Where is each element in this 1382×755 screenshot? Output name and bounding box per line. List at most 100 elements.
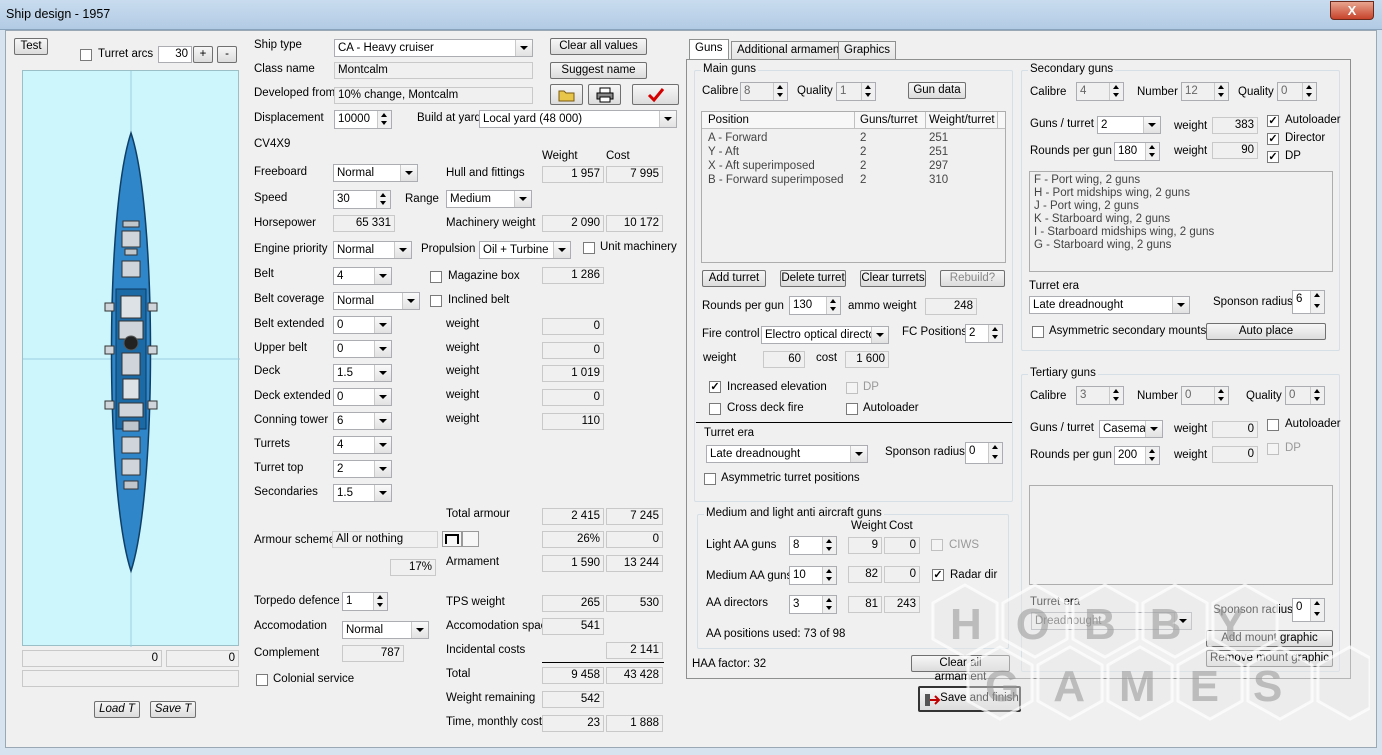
- aa-directors-spin-arrows[interactable]: [822, 596, 836, 613]
- unit-machinery-checkbox[interactable]: [583, 242, 595, 254]
- ter-quality-spin-arrows[interactable]: [1310, 387, 1324, 404]
- belt-extended-select[interactable]: 0: [333, 316, 392, 334]
- tab-graphics[interactable]: Graphics: [838, 41, 897, 60]
- asym-turret-checkbox[interactable]: [704, 473, 716, 485]
- turret-top-select[interactable]: 2: [333, 460, 392, 478]
- tab-additional-armament[interactable]: Additional armament: [731, 41, 849, 60]
- arcs-plus-button[interactable]: +: [193, 46, 213, 63]
- torpedo-defence-spinner[interactable]: 1: [342, 592, 388, 611]
- turret-arcs-checkbox[interactable]: [80, 49, 92, 61]
- ter-number-spinner[interactable]: 0: [1181, 386, 1229, 405]
- main-quality-spin-arrows[interactable]: [861, 83, 875, 100]
- deck-select[interactable]: 1.5: [333, 364, 392, 382]
- list-item[interactable]: F - Port wing, 2 guns: [1034, 174, 1140, 186]
- delete-turret-button[interactable]: Delete turret: [780, 270, 846, 287]
- inclined-belt-checkbox[interactable]: [430, 295, 442, 307]
- list-item[interactable]: J - Port wing, 2 guns: [1034, 200, 1139, 212]
- add-turret-button[interactable]: Add turret: [702, 270, 766, 287]
- upper-belt-select[interactable]: 0: [333, 340, 392, 358]
- conning-tower-select[interactable]: 6: [333, 412, 392, 430]
- list-item[interactable]: H - Port midships wing, 2 guns: [1034, 187, 1190, 199]
- sec-era-select[interactable]: Late dreadnought: [1029, 296, 1190, 314]
- cross-deck-checkbox[interactable]: [709, 403, 721, 415]
- test-button[interactable]: Test: [14, 38, 48, 55]
- sec-sponson-spinner[interactable]: 6: [1292, 290, 1325, 314]
- main-calibre-spinner[interactable]: 8: [740, 82, 788, 101]
- belt-select[interactable]: 4: [333, 267, 392, 285]
- auto-place-button[interactable]: Auto place: [1206, 323, 1326, 340]
- ter-autoloader-checkbox[interactable]: [1267, 419, 1279, 431]
- engine-priority-select[interactable]: Normal: [333, 241, 412, 259]
- close-button[interactable]: X: [1330, 1, 1374, 20]
- developed-from-input[interactable]: 10% change, Montcalm: [334, 87, 533, 104]
- secondaries-select[interactable]: 1.5: [333, 484, 392, 502]
- turret-arcs-input[interactable]: 30: [158, 46, 192, 63]
- sec-rounds-spin-arrows[interactable]: [1145, 143, 1159, 160]
- aa-directors-spinner[interactable]: 3: [789, 595, 837, 614]
- sec-gpt-select[interactable]: 2: [1097, 116, 1161, 134]
- class-name-input[interactable]: Montcalm: [334, 62, 533, 79]
- arcs-minus-button[interactable]: -: [217, 46, 237, 63]
- freeboard-select[interactable]: Normal: [333, 164, 418, 182]
- table-row[interactable]: A - Forward 2 251: [702, 132, 1005, 146]
- suggest-name-button[interactable]: Suggest name: [550, 62, 647, 79]
- fc-positions-spin-arrows[interactable]: [988, 325, 1002, 342]
- displacement-spin-arrows[interactable]: [377, 111, 391, 128]
- sec-asym-checkbox[interactable]: [1032, 326, 1044, 338]
- printer-icon[interactable]: [588, 84, 621, 105]
- sec-number-spinner[interactable]: 12: [1181, 82, 1229, 101]
- gun-data-button[interactable]: Gun data: [908, 82, 966, 99]
- light-aa-spin-arrows[interactable]: [822, 537, 836, 554]
- main-rounds-spinner[interactable]: 130: [789, 296, 841, 315]
- speed-spinner[interactable]: 30: [333, 190, 391, 209]
- main-rounds-spin-arrows[interactable]: [826, 297, 840, 314]
- list-item[interactable]: I - Starboard midships wing, 2 guns: [1034, 226, 1214, 238]
- table-row[interactable]: X - Aft superimposed 2 297: [702, 160, 1005, 174]
- main-dp-checkbox[interactable]: [846, 382, 858, 394]
- medium-aa-spinner[interactable]: 10: [789, 566, 837, 585]
- main-quality-spinner[interactable]: 1: [836, 82, 876, 101]
- rebuild-button[interactable]: Rebuild?: [940, 270, 1005, 287]
- sec-autoloader-checkbox[interactable]: ✓: [1267, 115, 1279, 127]
- list-item[interactable]: K - Starboard wing, 2 guns: [1034, 213, 1170, 225]
- save-t-button[interactable]: Save T: [150, 701, 196, 718]
- ciws-checkbox[interactable]: [931, 539, 943, 551]
- ship-type-select[interactable]: CA - Heavy cruiser: [334, 39, 533, 57]
- sec-quality-spin-arrows[interactable]: [1302, 83, 1316, 100]
- colonial-service-checkbox[interactable]: [256, 674, 268, 686]
- medium-aa-spin-arrows[interactable]: [822, 567, 836, 584]
- build-yard-select[interactable]: Local yard (48 000): [479, 110, 677, 128]
- main-autoloader-checkbox[interactable]: [846, 403, 858, 415]
- clear-turrets-button[interactable]: Clear turrets: [860, 270, 926, 287]
- armour-scheme-button[interactable]: [462, 531, 479, 547]
- main-sponson-spinner[interactable]: 0: [965, 442, 1003, 464]
- table-row[interactable]: B - Forward superimposed 2 310: [702, 174, 1005, 188]
- sec-calibre-spinner[interactable]: 4: [1076, 82, 1124, 101]
- accomodation-select[interactable]: Normal: [342, 621, 429, 639]
- ter-rounds-spinner[interactable]: 200: [1114, 446, 1160, 465]
- turrets-select[interactable]: 4: [333, 436, 392, 454]
- confirm-check-icon[interactable]: [632, 84, 679, 105]
- ter-quality-spinner[interactable]: 0: [1285, 386, 1325, 405]
- sec-rounds-spinner[interactable]: 180: [1114, 142, 1160, 161]
- magazine-box-checkbox[interactable]: [430, 271, 442, 283]
- open-folder-icon[interactable]: [550, 84, 583, 105]
- ter-calibre-spin-arrows[interactable]: [1109, 387, 1123, 404]
- main-calibre-spin-arrows[interactable]: [773, 83, 787, 100]
- sec-director-checkbox[interactable]: ✓: [1267, 133, 1279, 145]
- clear-all-values-button[interactable]: Clear all values: [550, 38, 647, 55]
- list-item[interactable]: G - Starboard wing, 2 guns: [1034, 239, 1171, 251]
- ter-rounds-spin-arrows[interactable]: [1145, 447, 1159, 464]
- table-row[interactable]: Y - Aft 2 251: [702, 146, 1005, 160]
- propulsion-select[interactable]: Oil + Turbine: [479, 241, 571, 259]
- main-sponson-spin-arrows[interactable]: [988, 443, 1002, 463]
- ter-calibre-spinner[interactable]: 3: [1076, 386, 1124, 405]
- displacement-spinner[interactable]: 10000: [334, 110, 392, 129]
- torpedo-spin-arrows[interactable]: [373, 593, 387, 610]
- sec-number-spin-arrows[interactable]: [1214, 83, 1228, 100]
- tab-guns[interactable]: Guns: [689, 39, 729, 60]
- light-aa-spinner[interactable]: 8: [789, 536, 837, 555]
- armour-scheme-icon[interactable]: [442, 531, 462, 547]
- sec-calibre-spin-arrows[interactable]: [1109, 83, 1123, 100]
- range-select[interactable]: Medium: [446, 190, 532, 208]
